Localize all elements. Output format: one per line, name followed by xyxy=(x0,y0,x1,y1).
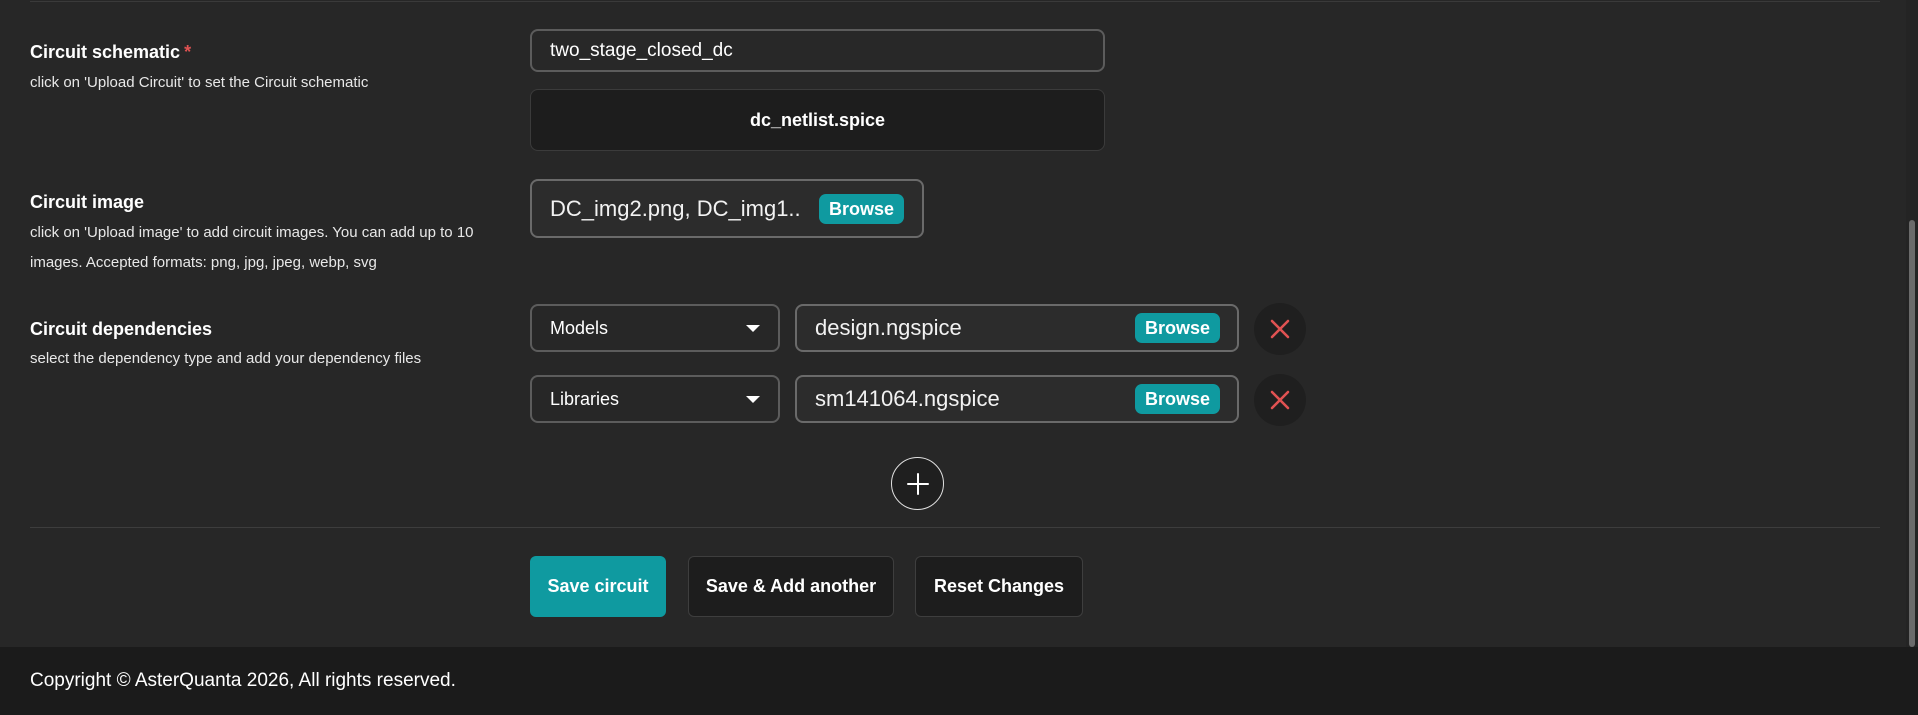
image-file-names: DC_img2.png, DC_img1.... xyxy=(550,195,801,221)
chevron-down-icon xyxy=(746,395,760,403)
remove-dependency-button-2[interactable] xyxy=(1254,374,1306,426)
footer: Copyright © AsterQuanta 2026, All rights… xyxy=(0,647,1918,715)
dependency-file-name-2: sm141064.ngspice xyxy=(815,386,1000,411)
add-dependency-button[interactable] xyxy=(891,457,944,510)
scrollbar-thumb[interactable] xyxy=(1909,220,1915,647)
dependency-browse-button-2[interactable]: Browse xyxy=(1134,384,1220,414)
remove-dependency-button-1[interactable] xyxy=(1254,303,1306,355)
top-divider xyxy=(30,1,1880,2)
dependency-file-name-1: design.ngspice xyxy=(815,315,962,340)
dependencies-title: Circuit dependencies xyxy=(30,319,213,339)
dependency-type-value-1: Models xyxy=(550,317,609,338)
image-title: Circuit image xyxy=(30,192,145,212)
dependency-type-select-1[interactable]: Models xyxy=(530,304,780,352)
dependency-file-input-2[interactable]: sm141064.ngspice Browse xyxy=(795,375,1239,423)
schematic-description: click on 'Upload Circuit' to set the Cir… xyxy=(30,74,369,91)
close-icon xyxy=(1270,319,1290,339)
required-mark: * xyxy=(184,42,192,62)
dependency-type-select-2[interactable]: Libraries xyxy=(530,375,780,423)
reset-changes-button[interactable]: Reset Changes xyxy=(915,556,1083,617)
dependency-file-input-1[interactable]: design.ngspice Browse xyxy=(795,304,1239,352)
upload-circuit-filename: dc_netlist.spice xyxy=(749,109,886,130)
schematic-name-value: two_stage_closed_dc xyxy=(550,39,733,61)
schematic-title: Circuit schematic * xyxy=(30,42,191,63)
chevron-down-icon xyxy=(746,324,760,332)
schematic-name-input[interactable]: two_stage_closed_dc xyxy=(530,29,1105,72)
image-browse-button[interactable]: Browse xyxy=(818,193,904,224)
save-add-another-button[interactable]: Save & Add another xyxy=(688,556,894,617)
save-circuit-button[interactable]: Save circuit xyxy=(530,556,666,617)
close-icon xyxy=(1270,390,1290,410)
schematic-title-text: Circuit schematic xyxy=(30,42,181,62)
dependencies-description: select the dependency type and add your … xyxy=(30,350,422,367)
dependency-browse-button-1[interactable]: Browse xyxy=(1134,313,1220,343)
dependency-type-value-2: Libraries xyxy=(550,388,620,409)
copyright-text: Copyright © AsterQuanta 2026, All rights… xyxy=(30,670,456,691)
section-divider xyxy=(30,527,1880,528)
image-description: click on 'Upload image' to add circuit i… xyxy=(30,224,474,271)
upload-circuit-button[interactable]: dc_netlist.spice xyxy=(530,89,1105,151)
plus-icon xyxy=(906,472,929,495)
image-file-input[interactable]: DC_img2.png, DC_img1.... Browse xyxy=(530,179,924,238)
